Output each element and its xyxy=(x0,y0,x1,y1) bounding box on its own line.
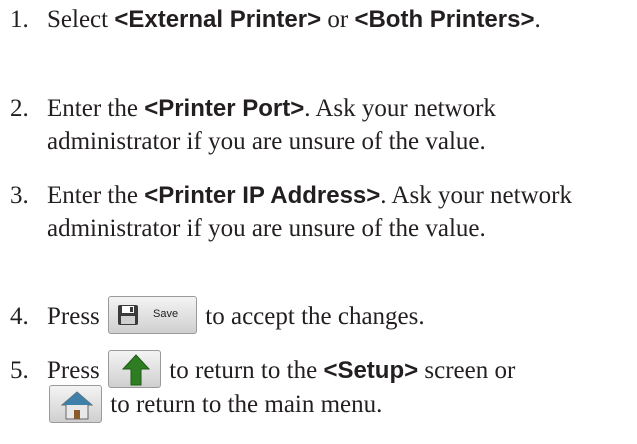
step-text: Press to return to the <Setup> screen or… xyxy=(47,350,632,423)
step-number: 2. xyxy=(10,95,29,122)
setup-screen-label: <Setup> xyxy=(323,357,419,384)
up-arrow-icon xyxy=(122,354,151,386)
step-number: 5. xyxy=(10,357,29,384)
field-printer-port: <Printer Port> xyxy=(144,95,305,122)
step-5: 5. Press to return to the <Setup> screen… xyxy=(0,350,637,444)
step-text: Enter the <Printer IP Address>. Ask your… xyxy=(47,182,572,242)
step-text: Select <External Printer> or <Both Print… xyxy=(47,6,541,33)
step-3: 3. Enter the <Printer IP Address>. Ask y… xyxy=(0,179,637,279)
save-button[interactable]: Save xyxy=(108,296,198,335)
save-button-label: Save xyxy=(153,308,179,321)
floppy-disk-icon xyxy=(118,305,139,326)
step-1: 1. Select <External Printer> or <Both Pr… xyxy=(0,3,637,73)
step-2: 2. Enter the <Printer Port>. Ask your ne… xyxy=(0,92,637,162)
step-number: 4. xyxy=(10,303,29,330)
home-button[interactable] xyxy=(49,384,102,423)
option-external-printer: <External Printer> xyxy=(114,6,322,33)
step-number: 3. xyxy=(10,182,29,209)
step-text: Enter the <Printer Port>. Ask your netwo… xyxy=(47,95,496,155)
field-printer-ip-address: <Printer IP Address> xyxy=(144,182,381,209)
step-4: 4. Press Save to accept the changes. xyxy=(0,296,637,340)
step-number: 1. xyxy=(10,6,29,33)
back-button[interactable] xyxy=(108,350,162,389)
home-icon xyxy=(61,390,93,420)
step-text: Press Save to accept the changes. xyxy=(47,296,632,335)
option-both-printers: <Both Printers> xyxy=(354,6,535,33)
